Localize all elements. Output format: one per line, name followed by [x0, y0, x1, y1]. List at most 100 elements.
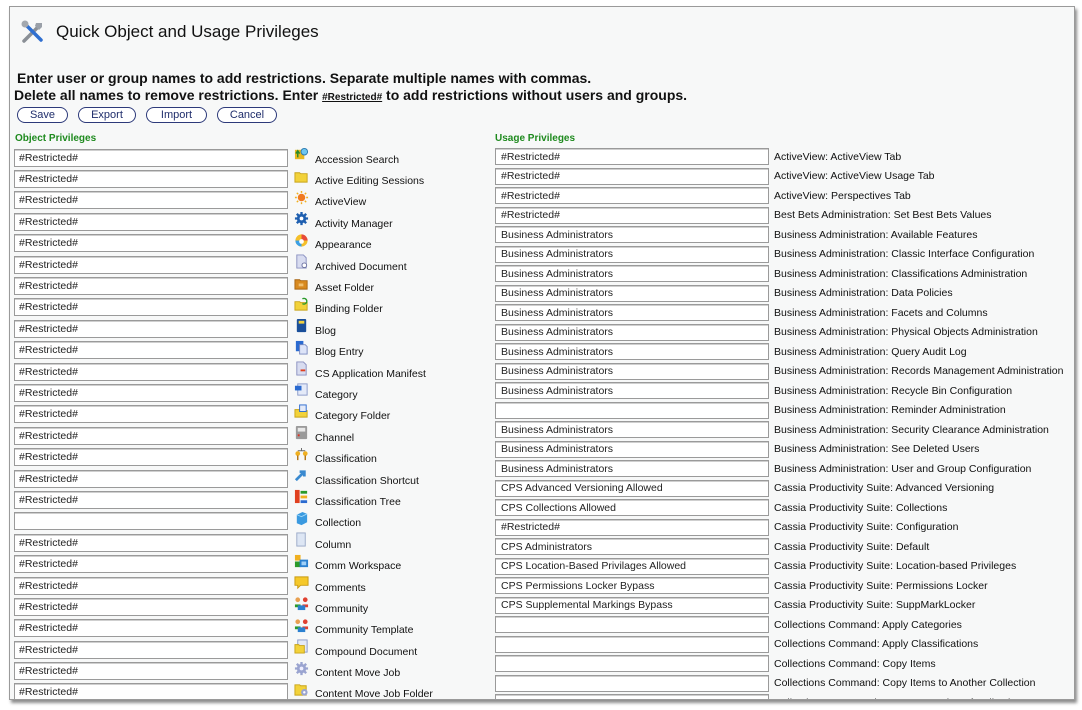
object-privilege-input[interactable] [14, 490, 288, 509]
usage-privilege-input[interactable] [495, 616, 769, 634]
usage-privilege-row: Cassia Productivity Suite: Configuration [495, 518, 1063, 538]
object-privilege-input[interactable] [14, 405, 288, 424]
usage-privilege-name: Cassia Productivity Suite: Configuration [774, 521, 959, 534]
object-privilege-name: Compound Document [315, 645, 418, 658]
object-privilege-input[interactable] [14, 683, 288, 699]
object-privilege-input[interactable] [14, 597, 288, 616]
object-privilege-name: Content Move Job Folder [315, 688, 433, 700]
usage-privilege-input[interactable] [495, 499, 769, 517]
usage-privilege-input[interactable] [495, 460, 769, 478]
usage-privilege-input[interactable] [495, 655, 769, 673]
object-privilege-input[interactable] [14, 469, 288, 488]
usage-privilege-row: Business Administration: See Deleted Use… [495, 440, 1063, 460]
move-job-gear-icon [294, 661, 309, 675]
object-privilege-row: Activity Manager [14, 211, 433, 232]
usage-privilege-input[interactable] [495, 596, 769, 614]
usage-privilege-name: Business Administration: Recycle Bin Con… [774, 384, 1013, 397]
usage-privilege-input[interactable] [495, 206, 769, 224]
object-privilege-row: Comments [14, 575, 433, 596]
usage-privilege-row: Collections Command: Copy Items [495, 654, 1063, 674]
usage-privilege-input[interactable] [495, 187, 769, 205]
blog-icon [296, 319, 307, 333]
usage-privilege-row: Collections Command: Copy Items to Anoth… [495, 674, 1063, 694]
usage-privilege-input[interactable] [495, 382, 769, 400]
object-privilege-input[interactable] [14, 298, 288, 317]
usage-privilege-input[interactable] [495, 362, 769, 380]
usage-privilege-name: Cassia Productivity Suite: SuppMarkLocke… [774, 599, 976, 612]
object-privileges-list: Accession Search Active Editing Sessions A… [14, 147, 433, 700]
usage-privilege-input[interactable] [495, 401, 769, 419]
usage-privilege-row: Cassia Productivity Suite: Default [495, 537, 1063, 557]
usage-privilege-row: Business Administration: Data Policies [495, 284, 1063, 304]
usage-privilege-input[interactable] [495, 148, 769, 166]
object-privilege-row: Category [14, 382, 433, 403]
usage-privilege-input[interactable] [495, 674, 769, 692]
usage-privilege-name: Collections Command: Copy Items to Anoth… [774, 677, 1036, 690]
usage-privilege-row: Best Bets Administration: Set Best Bets … [495, 206, 1063, 226]
object-privilege-input[interactable] [14, 191, 288, 210]
object-privilege-name: ActiveView [315, 196, 367, 209]
usage-privilege-name: Collections Command: Copy Items [774, 657, 936, 670]
object-privilege-row: Classification [14, 446, 433, 467]
export-button[interactable]: Export [78, 107, 136, 123]
usage-privilege-input[interactable] [495, 557, 769, 575]
usage-privilege-input[interactable] [495, 284, 769, 302]
usage-privilege-input[interactable] [495, 167, 769, 185]
usage-privilege-name: Business Administration: Available Featu… [774, 228, 978, 241]
object-privilege-input[interactable] [14, 362, 288, 381]
usage-privilege-input[interactable] [495, 479, 769, 497]
gear-icon [294, 212, 309, 226]
instruction-line-2: Delete all names to remove restrictions.… [14, 87, 687, 106]
usage-privilege-name: Cassia Productivity Suite: Permissions L… [774, 579, 988, 592]
object-privilege-input[interactable] [14, 255, 288, 274]
object-privilege-row: Collection [14, 511, 433, 532]
usage-privilege-input[interactable] [495, 323, 769, 341]
object-privilege-row: Compound Document [14, 639, 433, 660]
privileges-panel: Quick Object and Usage Privileges Enter … [9, 6, 1075, 700]
usage-privilege-input[interactable] [495, 343, 769, 361]
object-privilege-input[interactable] [14, 640, 288, 659]
usage-privilege-row: Business Administration: Classic Interfa… [495, 245, 1063, 265]
object-privilege-input[interactable] [14, 426, 288, 445]
usage-privilege-input[interactable] [495, 440, 769, 458]
instructions: Enter user or group names to add restric… [14, 70, 687, 106]
cancel-button[interactable]: Cancel [217, 107, 277, 123]
object-privilege-input[interactable] [14, 319, 288, 338]
usage-privilege-input[interactable] [495, 265, 769, 283]
object-privilege-input[interactable] [14, 234, 288, 253]
object-privilege-input[interactable] [14, 148, 288, 167]
usage-privilege-input[interactable] [495, 694, 769, 699]
object-privilege-input[interactable] [14, 619, 288, 638]
usage-privilege-name: Business Administration: Facets and Colu… [774, 306, 988, 319]
usage-privilege-input[interactable] [495, 226, 769, 244]
import-button[interactable]: Import [146, 107, 207, 123]
usage-privileges-list: ActiveView: ActiveView Tab ActiveView: Ac… [495, 147, 1063, 699]
object-privilege-input[interactable] [14, 555, 288, 574]
usage-privilege-input[interactable] [495, 245, 769, 263]
usage-privilege-name: Business Administration: Reminder Admini… [774, 404, 1006, 417]
usage-privilege-input[interactable] [495, 518, 769, 536]
usage-privilege-name: Business Administration: User and Group … [774, 462, 1032, 475]
object-privilege-input[interactable] [14, 512, 288, 531]
save-button[interactable]: Save [17, 107, 68, 123]
object-privilege-input[interactable] [14, 277, 288, 296]
object-privilege-input[interactable] [14, 576, 288, 595]
usage-privilege-input[interactable] [495, 635, 769, 653]
usage-privilege-input[interactable] [495, 421, 769, 439]
usage-privilege-input[interactable] [495, 304, 769, 322]
folder-icon [294, 171, 308, 183]
usage-privilege-input[interactable] [495, 577, 769, 595]
object-privilege-input[interactable] [14, 533, 288, 552]
object-privilege-name: Accession Search [315, 153, 400, 166]
object-privilege-name: Appearance [315, 239, 372, 252]
object-privilege-input[interactable] [14, 448, 288, 467]
community-template-icon [294, 619, 309, 632]
object-privilege-input[interactable] [14, 662, 288, 681]
object-privilege-input[interactable] [14, 170, 288, 189]
usage-privilege-name: Collections Command: Create Snapshot of … [774, 697, 1022, 699]
object-privilege-input[interactable] [14, 341, 288, 360]
object-privilege-input[interactable] [14, 212, 288, 231]
usage-privilege-input[interactable] [495, 538, 769, 556]
object-privilege-input[interactable] [14, 383, 288, 402]
usage-privilege-name: Business Administration: Classifications… [774, 267, 1028, 280]
